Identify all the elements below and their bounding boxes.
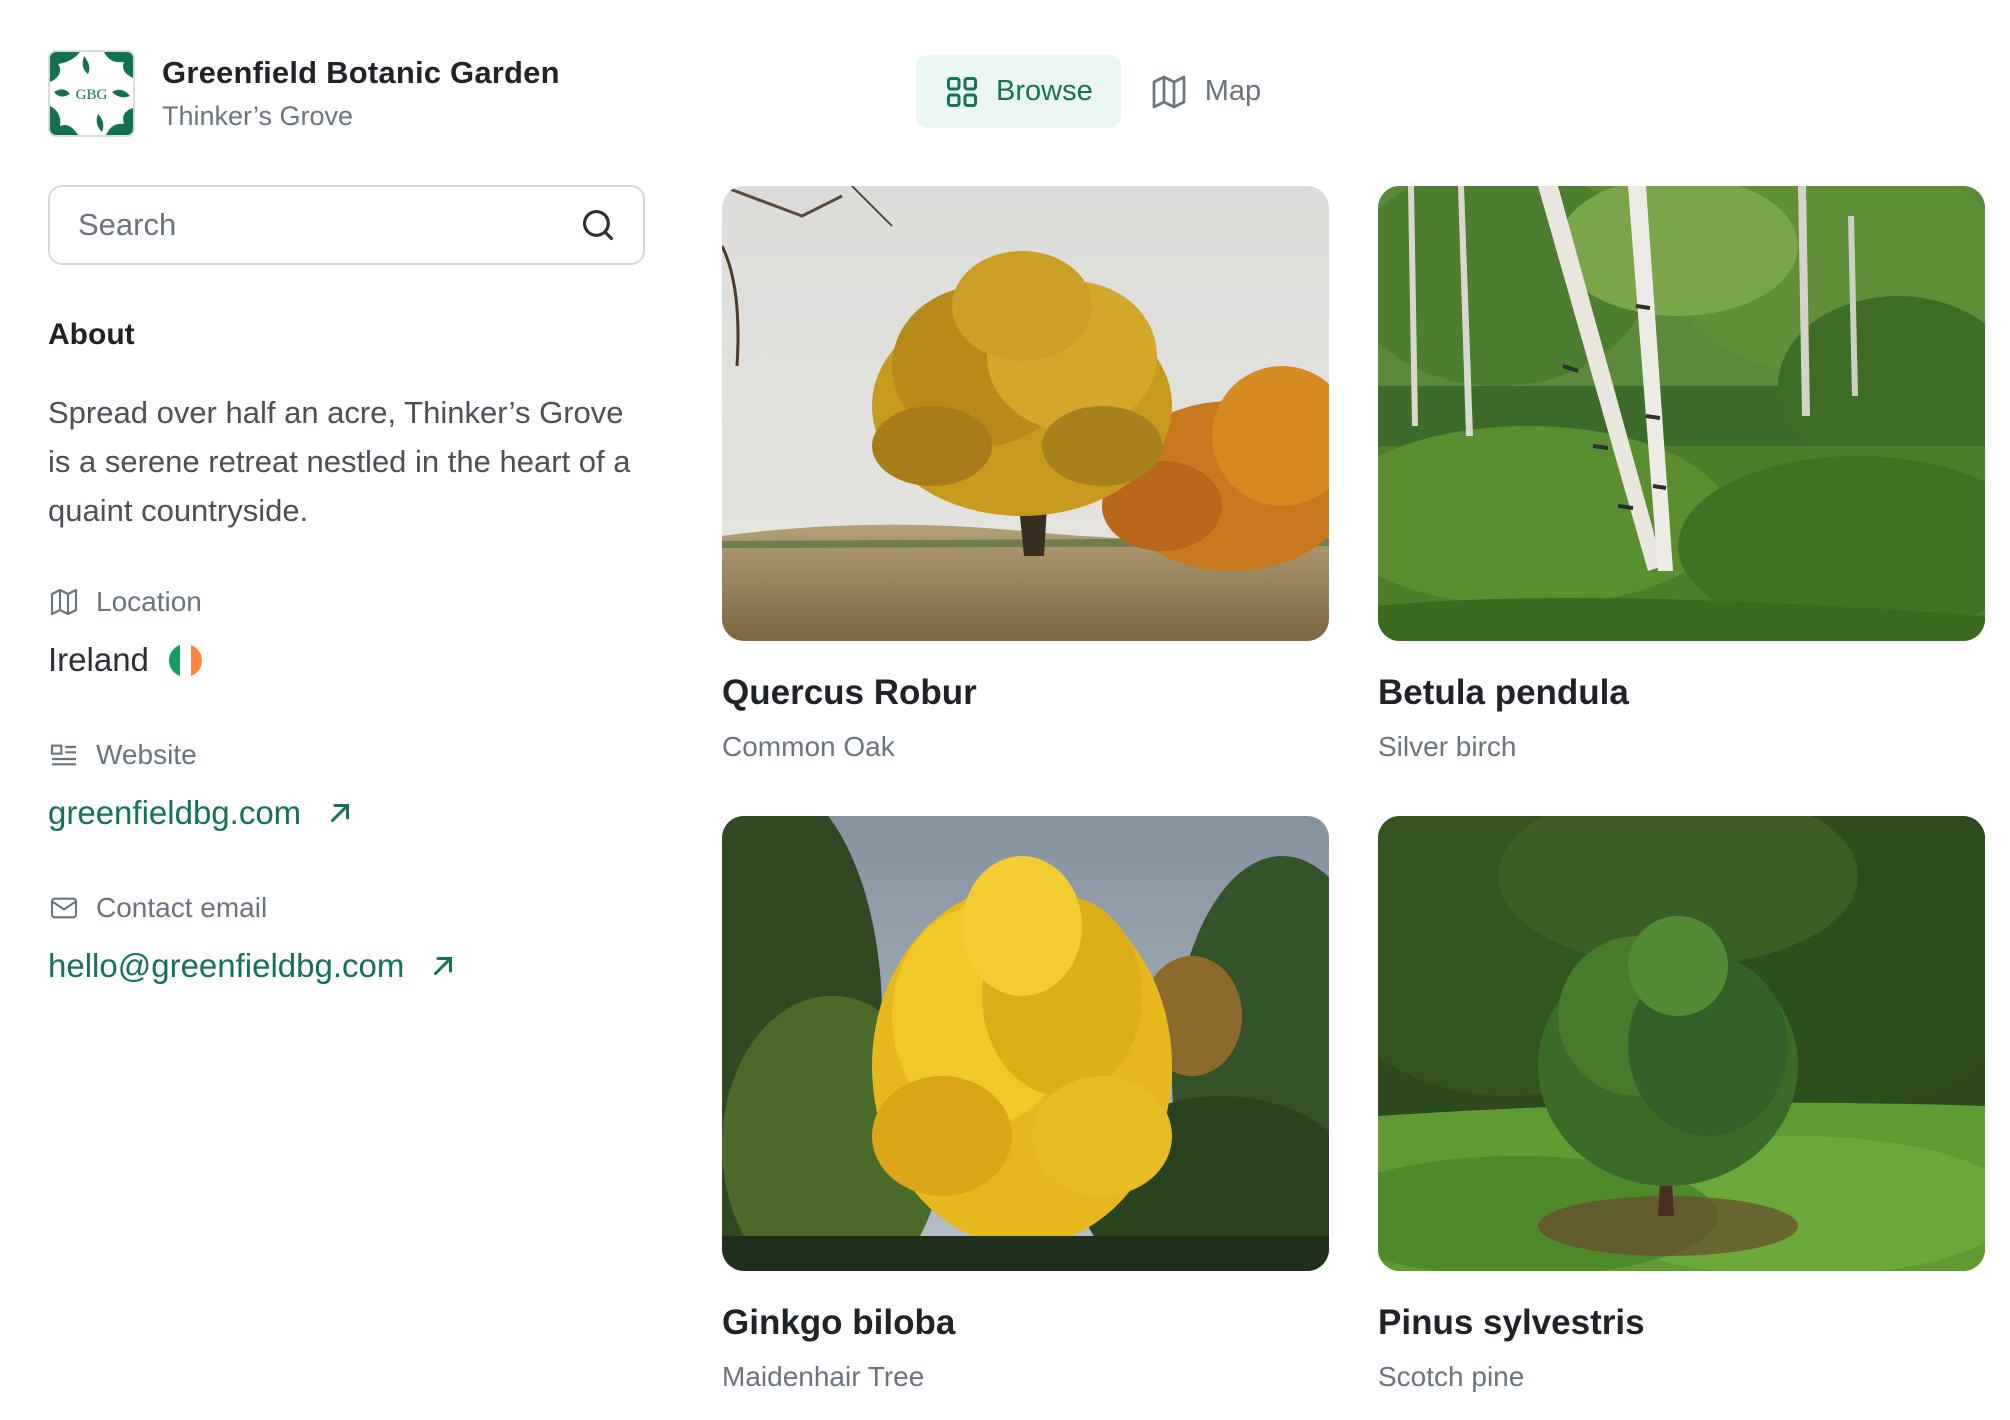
ireland-flag-icon: [168, 643, 202, 677]
garden-title: Greenfield Botanic Garden: [162, 55, 560, 90]
grid-icon: [947, 76, 977, 107]
tree-photo-ginkgo[interactable]: [722, 816, 1329, 1271]
tree-card[interactable]: Quercus Robur Common Oak: [722, 186, 1329, 763]
search-input[interactable]: [78, 207, 558, 243]
search-icon[interactable]: [579, 206, 617, 244]
contact-label: Contact email: [48, 892, 267, 924]
tree-common-name: Maidenhair Tree: [722, 1361, 925, 1392]
tree-card[interactable]: Ginkgo biloba Maidenhair Tree: [722, 816, 1329, 1393]
website-text: greenfieldbg.com: [48, 794, 302, 831]
website-link[interactable]: greenfieldbg.com: [48, 794, 355, 832]
tree-name: Betula pendula: [1378, 673, 1629, 712]
search-box: [48, 185, 645, 265]
tree-card[interactable]: Betula pendula Silver birch: [1378, 186, 1985, 763]
about-description: Spread over half an acre, Thinker’s Grov…: [48, 395, 631, 528]
location-label-text: Location: [96, 586, 202, 617]
tree-photo-birch[interactable]: [1378, 186, 1985, 641]
mail-icon: [50, 897, 78, 919]
tree-name: Quercus Robur: [722, 673, 977, 712]
brand: GBG Greenfield Botanic Garden Thinker’s …: [48, 50, 560, 137]
tab-map[interactable]: Map: [1121, 55, 1289, 128]
browser-icon: [50, 744, 76, 766]
garden-subtitle: Thinker’s Grove: [162, 101, 354, 131]
arrow-up-right-icon: [331, 804, 350, 822]
tree-card[interactable]: Pinus sylvestris Scotch pine: [1378, 816, 1985, 1393]
contact-email-link[interactable]: hello@greenfieldbg.com: [48, 947, 458, 985]
garden-logo: GBG: [48, 50, 135, 137]
tree-photo-oak[interactable]: [722, 186, 1329, 641]
tab-browse-label: Browse: [996, 75, 1093, 107]
contact-email-text: hello@greenfieldbg.com: [48, 947, 405, 984]
website-label-text: Website: [96, 739, 197, 770]
location-label: Location: [48, 586, 202, 618]
tab-map-label: Map: [1204, 75, 1262, 107]
location-text: Ireland: [48, 641, 149, 678]
tree-common-name: Silver birch: [1378, 731, 1517, 762]
tree-common-name: Common Oak: [722, 731, 895, 762]
view-tabs: Browse Map: [916, 55, 1289, 128]
svg-text:GBG: GBG: [76, 87, 108, 103]
arrow-up-right-icon: [434, 957, 453, 975]
leaf-pattern-logo-icon: GBG: [50, 52, 133, 135]
tree-name: Ginkgo biloba: [722, 1303, 956, 1342]
tree-common-name: Scotch pine: [1378, 1361, 1525, 1392]
tree-name: Pinus sylvestris: [1378, 1303, 1645, 1342]
map-icon: [1152, 75, 1186, 108]
contact-label-text: Contact email: [96, 892, 268, 923]
about-heading: About: [48, 318, 135, 351]
location-value: Ireland: [48, 641, 202, 679]
website-label: Website: [48, 739, 197, 771]
tab-browse[interactable]: Browse: [916, 55, 1121, 128]
map-icon: [50, 588, 78, 616]
tree-photo-pine[interactable]: [1378, 816, 1985, 1271]
